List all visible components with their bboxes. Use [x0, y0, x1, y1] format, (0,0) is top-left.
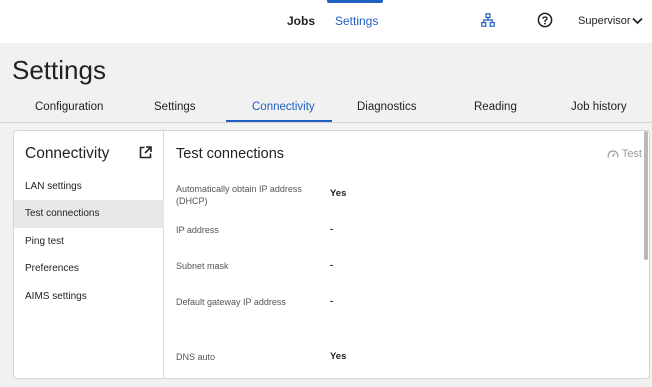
tab-reading[interactable]: Reading — [474, 101, 517, 113]
top-bar: Jobs Settings Supervisor — [0, 0, 652, 43]
sidebar-item-test-connections[interactable]: Test connections — [14, 200, 164, 228]
tab-diagnostics[interactable]: Diagnostics — [357, 101, 416, 113]
content-area: Test connections Test Automatically obta… — [165, 131, 649, 378]
dhcp-label: Automatically obtain IP address (DHCP) — [176, 184, 302, 206]
dns-auto-label: DNS auto — [176, 352, 216, 362]
sidebar-item-aims-settings[interactable]: AIMS settings — [14, 283, 164, 311]
nav-active-indicator — [327, 0, 383, 3]
subnet-mask-value: - — [330, 260, 334, 271]
chevron-down-icon[interactable] — [632, 17, 643, 25]
page-title: Settings — [12, 55, 106, 85]
sidebar-item-ping-test[interactable]: Ping test — [14, 228, 164, 256]
sidebar-item-preferences[interactable]: Preferences — [14, 255, 164, 283]
network-topology-icon[interactable] — [481, 13, 495, 27]
tab-job-history[interactable]: Job history — [571, 101, 627, 113]
sidebar-item-lan-settings[interactable]: LAN settings — [14, 173, 164, 201]
tab-bar: Configuration Settings Connectivity Diag… — [0, 96, 652, 123]
dhcp-value: Yes — [330, 188, 347, 199]
user-menu-label[interactable]: Supervisor — [578, 15, 631, 27]
nav-jobs[interactable]: Jobs — [287, 14, 315, 28]
ip-address-label: IP address — [176, 225, 219, 235]
tab-settings[interactable]: Settings — [154, 101, 196, 113]
help-icon[interactable] — [537, 12, 553, 28]
tab-configuration[interactable]: Configuration — [35, 101, 103, 113]
subnet-mask-label: Subnet mask — [176, 261, 229, 271]
sidebar-title: Connectivity — [25, 145, 110, 162]
nav-settings[interactable]: Settings — [335, 14, 378, 28]
default-gateway-value: - — [330, 296, 334, 307]
dns-auto-value: Yes — [330, 351, 347, 362]
tab-connectivity[interactable]: Connectivity — [252, 101, 315, 113]
speedometer-icon — [607, 150, 619, 158]
scrollbar[interactable] — [644, 131, 648, 260]
test-button[interactable]: Test — [607, 148, 642, 160]
default-gateway-label: Default gateway IP address — [176, 297, 286, 307]
tab-divider — [0, 122, 652, 123]
test-button-label: Test — [621, 148, 642, 160]
ip-address-value: - — [330, 224, 334, 235]
external-link-icon[interactable] — [139, 146, 152, 159]
content-title: Test connections — [176, 146, 285, 162]
connectivity-panel: Connectivity LAN settings Test connectio… — [13, 130, 650, 379]
sidebar: Connectivity LAN settings Test connectio… — [14, 131, 164, 378]
